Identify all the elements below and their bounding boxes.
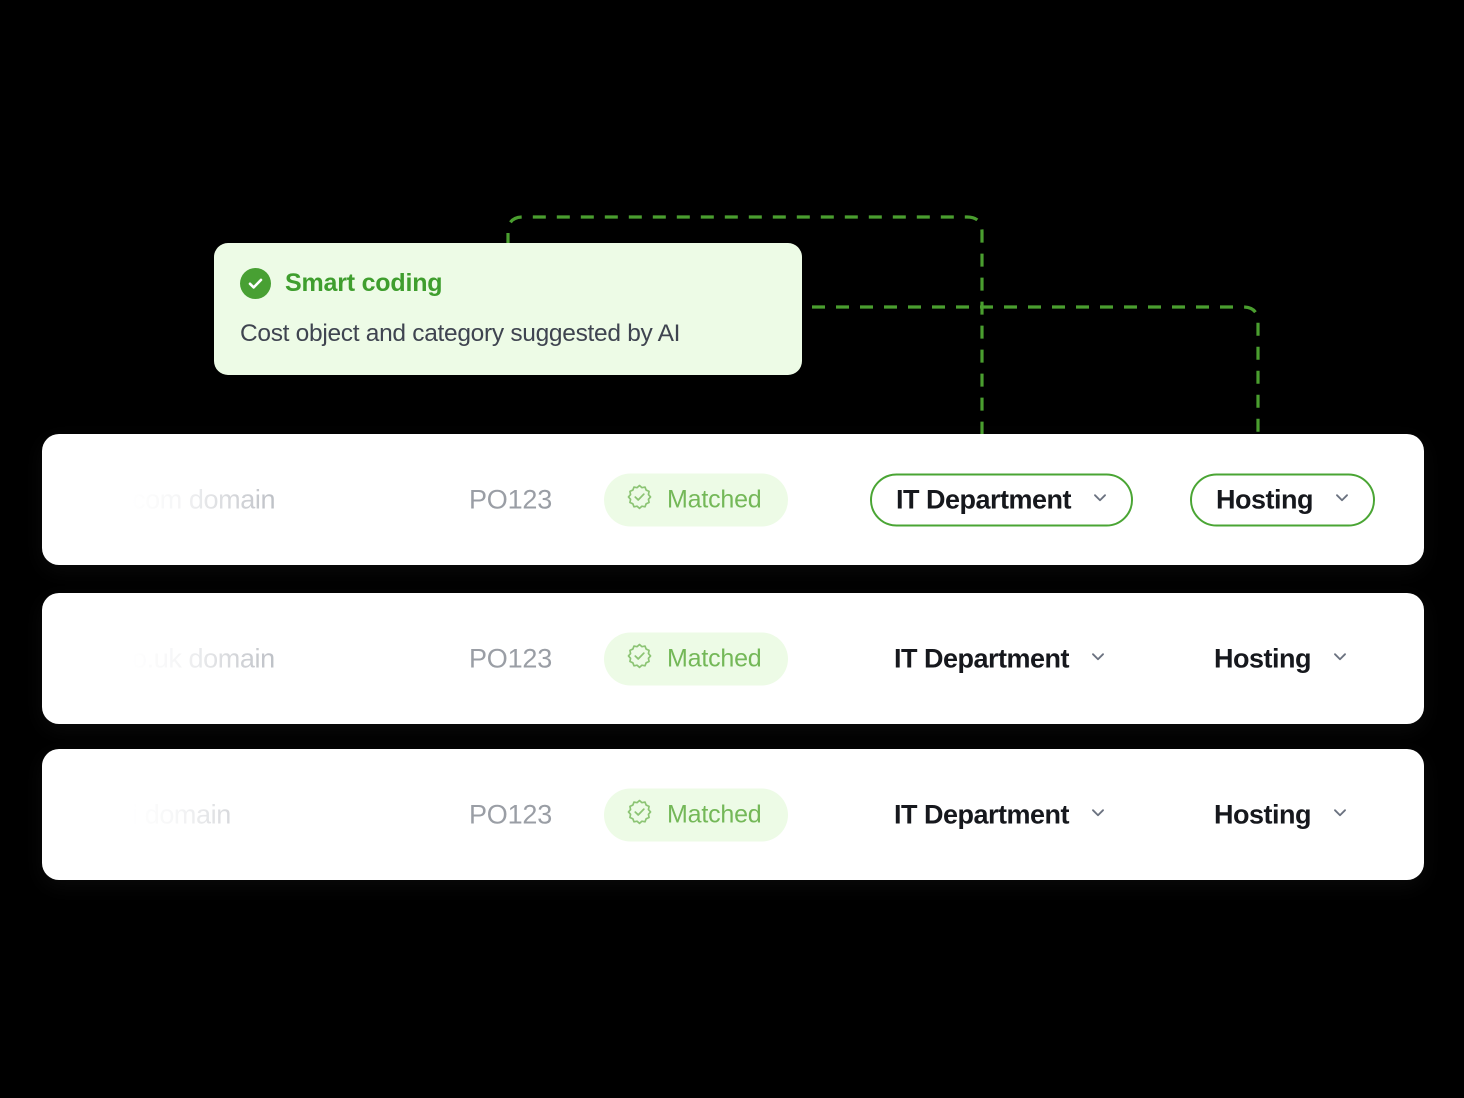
row-description: com domain xyxy=(132,484,276,514)
illustration-stage: Smart coding Cost object and category su… xyxy=(0,0,1464,1098)
row-description: o.uk domain xyxy=(132,643,275,673)
cost-object-dropdown[interactable]: IT Department xyxy=(894,788,1109,841)
status-badge-label: Matched xyxy=(667,485,762,513)
callout-subtitle: Cost object and category suggested by AI xyxy=(240,320,681,347)
cost-object-label: IT Department xyxy=(894,643,1070,673)
chevron-down-icon[interactable] xyxy=(1087,801,1109,828)
chevron-down-icon[interactable] xyxy=(1331,486,1353,513)
callout-title: Smart coding xyxy=(285,268,443,297)
category-label: Hosting xyxy=(1216,484,1314,514)
table-row[interactable]: com domain PO123 Matched IT Department H… xyxy=(42,434,1424,565)
rosette-check-icon xyxy=(626,643,653,675)
row-description: i domain xyxy=(132,799,231,829)
category-dropdown[interactable]: Hosting xyxy=(1214,632,1351,685)
rosette-check-icon xyxy=(626,484,653,516)
row-po-number: PO123 xyxy=(469,643,553,673)
chevron-down-icon[interactable] xyxy=(1329,801,1351,828)
row-po-number: PO123 xyxy=(469,484,553,514)
category-dropdown[interactable]: Hosting xyxy=(1190,473,1375,526)
cost-object-label: IT Department xyxy=(894,799,1070,829)
cost-object-dropdown[interactable]: IT Department xyxy=(894,632,1109,685)
chevron-down-icon[interactable] xyxy=(1089,486,1111,513)
cost-object-label: IT Department xyxy=(896,484,1072,514)
status-badge-label: Matched xyxy=(667,800,762,828)
status-badge: Matched xyxy=(604,788,788,841)
cost-object-dropdown[interactable]: IT Department xyxy=(870,473,1134,526)
chevron-down-icon[interactable] xyxy=(1087,645,1109,672)
row-po-number: PO123 xyxy=(469,799,553,829)
rosette-check-icon xyxy=(626,799,653,831)
table-row[interactable]: o.uk domain PO123 Matched IT Department xyxy=(42,593,1424,724)
chevron-down-icon[interactable] xyxy=(1329,645,1351,672)
table-row[interactable]: i domain PO123 Matched IT Department Hos… xyxy=(42,749,1424,880)
callout-header: Smart coding xyxy=(240,265,776,301)
category-label: Hosting xyxy=(1214,799,1312,829)
status-badge: Matched xyxy=(604,473,788,526)
status-badge: Matched xyxy=(604,632,788,685)
status-badge-label: Matched xyxy=(667,644,762,672)
category-dropdown[interactable]: Hosting xyxy=(1214,788,1351,841)
category-label: Hosting xyxy=(1214,643,1312,673)
check-circle-icon xyxy=(240,267,271,299)
smart-coding-callout: Smart coding Cost object and category su… xyxy=(214,243,802,375)
